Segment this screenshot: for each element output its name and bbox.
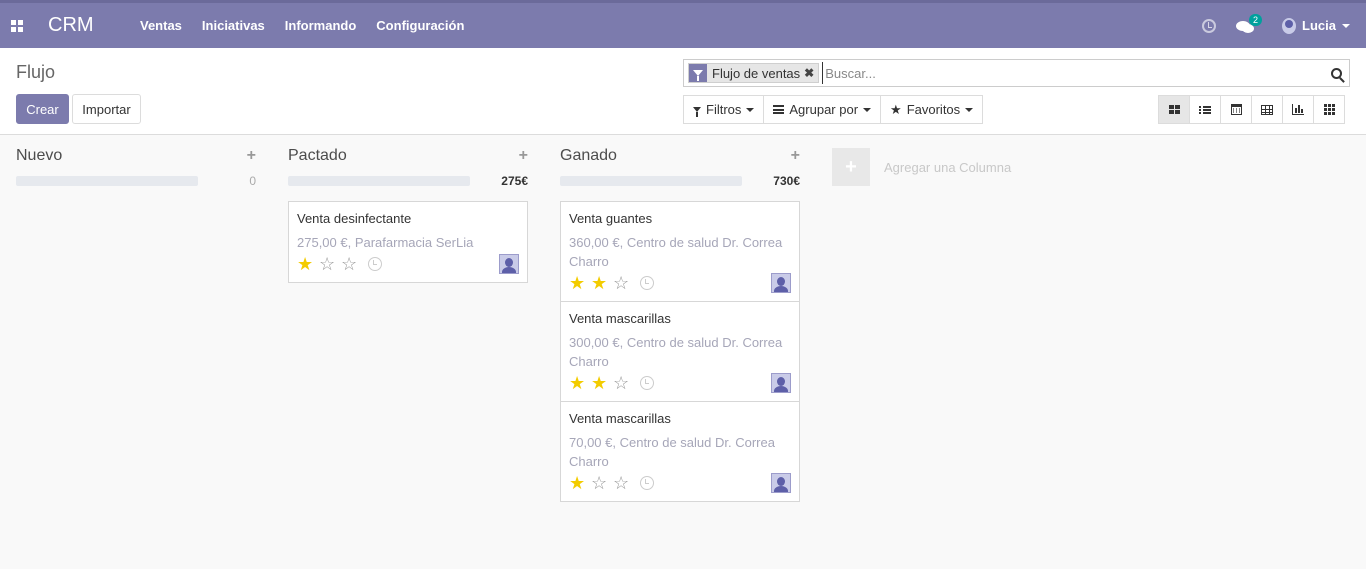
user-name: Lucia xyxy=(1302,18,1336,33)
activity-view-icon[interactable] xyxy=(1313,95,1345,124)
search-input[interactable] xyxy=(822,62,1323,84)
view-switcher xyxy=(1158,95,1345,124)
priority-star-icon[interactable]: ☆ xyxy=(591,474,613,492)
column-progressbar[interactable] xyxy=(16,176,198,186)
assignee-avatar xyxy=(771,273,791,293)
priority-star-icon[interactable]: ☆ xyxy=(613,374,635,392)
priority-star-icon[interactable]: ☆ xyxy=(341,255,363,273)
favorites-label: Favoritos xyxy=(906,102,961,117)
card-subtitle: 70,00 €, Centro de salud Dr. Correa Char… xyxy=(569,435,775,469)
facet-remove-icon[interactable]: ✖ xyxy=(804,66,818,80)
kanban-card[interactable]: Venta desinfectante 275,00 €, Parafarmac… xyxy=(288,201,528,283)
menu-item-ventas[interactable]: Ventas xyxy=(140,18,182,33)
import-button[interactable]: Importar xyxy=(72,94,141,124)
card-subtitle: 300,00 €, Centro de salud Dr. Correa Cha… xyxy=(569,335,783,369)
caret-down-icon xyxy=(1342,23,1350,28)
priority-star-icon[interactable]: ★ xyxy=(297,255,319,273)
kanban-board: Nuevo + 0 Pactado + 275€ Venta desinfect… xyxy=(0,136,1366,569)
priority-star-icon[interactable]: ☆ xyxy=(319,255,341,273)
kanban-column-pactado: Pactado + 275€ Venta desinfectante 275,0… xyxy=(288,136,528,283)
groupby-label: Agrupar por xyxy=(789,102,859,117)
star-icon: ★ xyxy=(890,101,902,117)
top-navbar: CRM Ventas Iniciativas Informando Config… xyxy=(0,0,1366,48)
menu-item-informando[interactable]: Informando xyxy=(285,18,357,33)
kanban-column-nuevo: Nuevo + 0 xyxy=(16,136,256,201)
kanban-column-ganado: Ganado + 730€ Venta guantes 360,00 €, Ce… xyxy=(560,136,800,502)
graph-view-icon[interactable] xyxy=(1282,95,1314,124)
user-menu[interactable]: Lucia xyxy=(1282,17,1350,34)
card-title: Venta guantes xyxy=(569,211,653,226)
create-button[interactable]: Crear xyxy=(16,94,69,124)
column-progressbar[interactable] xyxy=(560,176,742,186)
column-add-icon[interactable]: + xyxy=(791,147,800,165)
column-add-icon[interactable]: + xyxy=(247,147,256,165)
column-title: Pactado xyxy=(288,147,347,164)
menu-item-configuracion[interactable]: Configuración xyxy=(376,18,464,33)
activity-clock-icon[interactable] xyxy=(640,476,654,490)
favorites-dropdown[interactable]: ★ Favoritos xyxy=(880,95,984,124)
search-options: Filtros Agrupar por ★ Favoritos xyxy=(683,95,984,124)
column-total: 0 xyxy=(249,174,256,188)
column-progressbar[interactable] xyxy=(288,176,470,186)
priority-star-icon[interactable]: ☆ xyxy=(613,274,635,292)
filter-funnel-icon xyxy=(689,64,707,82)
column-total: 275€ xyxy=(501,174,528,188)
caret-down-icon xyxy=(863,107,872,112)
kanban-card[interactable]: Venta mascarillas 300,00 €, Centro de sa… xyxy=(560,301,800,402)
priority-star-icon[interactable]: ★ xyxy=(569,274,591,292)
card-title: Venta mascarillas xyxy=(569,411,671,426)
priority-star-icon[interactable]: ★ xyxy=(569,374,591,392)
priority-star-icon[interactable]: ★ xyxy=(591,374,613,392)
search-bar: Flujo de ventas ✖ xyxy=(683,59,1350,87)
caret-down-icon xyxy=(746,107,755,112)
activities-clock-icon[interactable] xyxy=(1202,18,1217,33)
priority-star-icon[interactable]: ☆ xyxy=(613,474,635,492)
card-title: Venta desinfectante xyxy=(297,211,412,226)
groupby-dropdown[interactable]: Agrupar por xyxy=(763,95,882,124)
pivot-view-icon[interactable] xyxy=(1251,95,1283,124)
bars-icon xyxy=(773,105,785,114)
activity-clock-icon[interactable] xyxy=(640,276,654,290)
user-avatar xyxy=(1282,17,1297,34)
column-add-icon[interactable]: + xyxy=(519,147,528,165)
card-title: Venta mascarillas xyxy=(569,311,671,326)
assignee-avatar xyxy=(771,373,791,393)
card-subtitle: 275,00 €, Parafarmacia SerLia xyxy=(297,235,474,250)
caret-down-icon xyxy=(965,107,974,112)
activity-clock-icon[interactable] xyxy=(640,376,654,390)
plus-icon: + xyxy=(832,148,870,186)
search-icon[interactable] xyxy=(1323,60,1349,86)
kanban-card[interactable]: Venta mascarillas 70,00 €, Centro de sal… xyxy=(560,401,800,502)
column-title: Nuevo xyxy=(16,147,63,164)
column-total: 730€ xyxy=(773,174,800,188)
assignee-avatar xyxy=(771,473,791,493)
calendar-view-icon[interactable] xyxy=(1220,95,1252,124)
add-column-button[interactable]: + Agregar una Columna xyxy=(832,148,1011,186)
search-facet-value: Flujo de ventas xyxy=(712,65,801,81)
app-brand[interactable]: CRM xyxy=(48,14,140,37)
filters-label: Filtros xyxy=(706,102,742,117)
messaging-chat-icon[interactable]: 2 xyxy=(1236,13,1263,34)
control-panel: Flujo Crear Importar Flujo de ventas ✖ F… xyxy=(0,48,1366,135)
activity-clock-icon[interactable] xyxy=(368,257,382,271)
list-view-icon[interactable] xyxy=(1189,95,1221,124)
apps-menu-icon[interactable] xyxy=(0,3,34,48)
card-subtitle: 360,00 €, Centro de salud Dr. Correa Cha… xyxy=(569,235,783,269)
kanban-view-icon[interactable] xyxy=(1158,95,1190,124)
add-column-label: Agregar una Columna xyxy=(884,159,1012,175)
priority-star-icon[interactable]: ★ xyxy=(591,274,613,292)
chat-count-badge: 2 xyxy=(1249,13,1263,26)
menu-item-iniciativas[interactable]: Iniciativas xyxy=(202,18,265,33)
search-facet: Flujo de ventas ✖ xyxy=(688,63,820,83)
priority-star-icon[interactable]: ★ xyxy=(569,474,591,492)
assignee-avatar xyxy=(499,254,519,274)
filters-dropdown[interactable]: Filtros xyxy=(683,95,765,124)
kanban-card[interactable]: Venta guantes 360,00 €, Centro de salud … xyxy=(560,201,800,302)
funnel-icon xyxy=(693,107,701,117)
column-title: Ganado xyxy=(560,147,617,164)
breadcrumb: Flujo xyxy=(16,62,56,82)
